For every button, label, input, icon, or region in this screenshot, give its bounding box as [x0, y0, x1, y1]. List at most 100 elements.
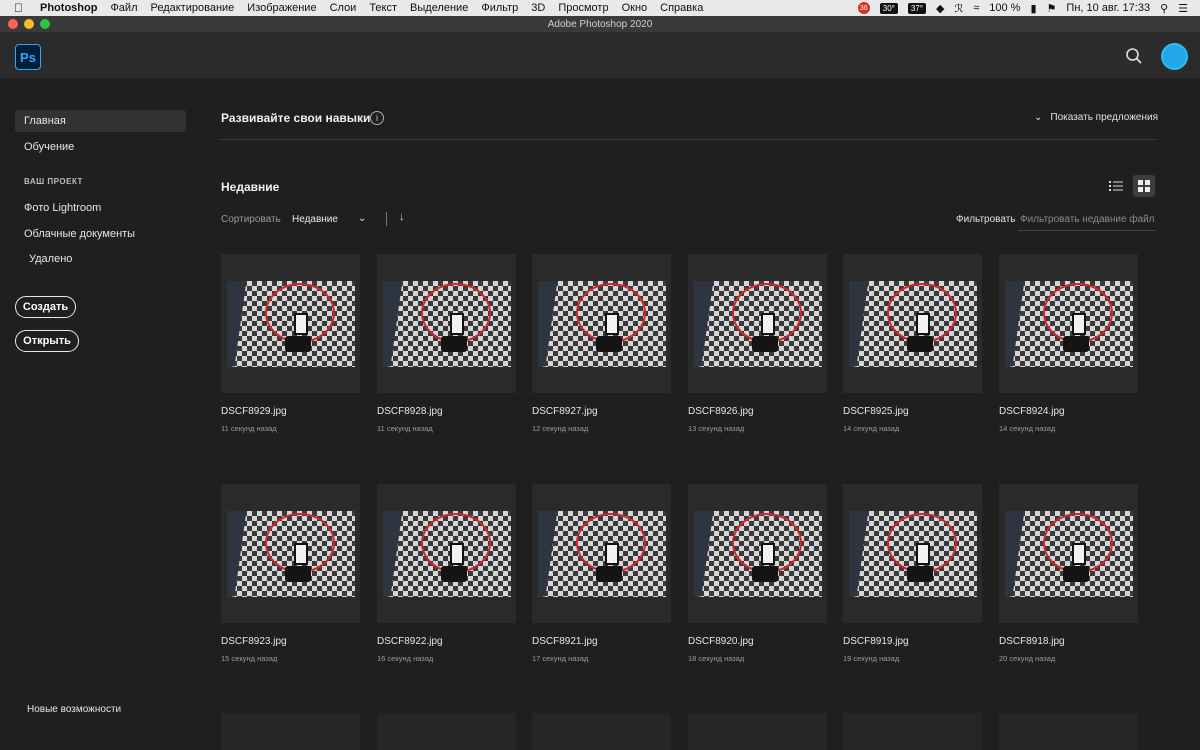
file-thumbnail[interactable] — [999, 484, 1138, 623]
flag-us-icon[interactable]: ⚑ — [1047, 2, 1057, 15]
file-name[interactable]: DSCF8921.jpg — [532, 636, 598, 647]
sort-chevron-down-icon[interactable]: ⌄ — [358, 213, 366, 224]
menu-help[interactable]: Справка — [660, 2, 703, 14]
file-card[interactable]: DSCF8918.jpg 20 секунд назад — [999, 484, 1138, 684]
chevron-down-icon: ⌄ — [1034, 112, 1043, 123]
file-name[interactable]: DSCF8925.jpg — [843, 406, 909, 417]
file-thumbnail-partial[interactable] — [532, 713, 671, 750]
list-view-button[interactable] — [1105, 175, 1127, 197]
sort-direction-arrow-icon[interactable]: ↓ — [399, 211, 405, 223]
photo-preview — [226, 280, 355, 367]
file-thumbnail[interactable] — [999, 254, 1138, 393]
file-card[interactable]: DSCF8927.jpg 12 секунд назад — [532, 254, 671, 454]
menu-photoshop[interactable]: Photoshop — [40, 2, 97, 14]
photo-preview — [537, 280, 666, 367]
file-thumbnail[interactable] — [688, 484, 827, 623]
search-icon[interactable] — [1125, 47, 1143, 65]
file-thumbnail[interactable] — [377, 484, 516, 623]
clock[interactable]: Пн, 10 авг. 17:33 — [1066, 2, 1150, 14]
menu-filter[interactable]: Фильтр — [481, 2, 518, 14]
file-card[interactable]: DSCF8921.jpg 17 секунд назад — [532, 484, 671, 684]
info-icon[interactable]: i — [370, 111, 384, 125]
file-name[interactable]: DSCF8924.jpg — [999, 406, 1065, 417]
file-card[interactable]: DSCF8928.jpg 11 секунд назад — [377, 254, 516, 454]
file-thumbnail-partial[interactable] — [377, 713, 516, 750]
skills-title: Развивайте свои навыки — [221, 111, 371, 125]
file-card[interactable]: DSCF8920.jpg 18 секунд назад — [688, 484, 827, 684]
file-name[interactable]: DSCF8923.jpg — [221, 636, 287, 647]
avatar[interactable] — [1161, 43, 1188, 70]
file-thumbnail-partial[interactable] — [688, 713, 827, 750]
file-thumbnail[interactable] — [377, 254, 516, 393]
file-name[interactable]: DSCF8929.jpg — [221, 406, 287, 417]
apple-icon[interactable]:  — [14, 1, 28, 15]
file-name[interactable]: DSCF8922.jpg — [377, 636, 443, 647]
sort-separator — [386, 212, 387, 226]
grid-view-button[interactable] — [1133, 175, 1155, 197]
minimize-window-button[interactable] — [24, 19, 34, 29]
file-card[interactable]: DSCF8922.jpg 16 секунд назад — [377, 484, 516, 684]
file-thumbnail[interactable] — [532, 254, 671, 393]
battery-percent[interactable]: 100 % — [989, 2, 1020, 14]
menu-window[interactable]: Окно — [622, 2, 648, 14]
filter-input[interactable] — [1018, 209, 1156, 231]
dropbox-icon[interactable]: ◆ — [936, 2, 944, 15]
close-window-button[interactable] — [8, 19, 18, 29]
create-button[interactable]: Создать — [15, 296, 76, 318]
file-thumbnail[interactable] — [532, 484, 671, 623]
open-button[interactable]: Открыть — [15, 330, 79, 352]
notification-badge[interactable]: 36 — [857, 2, 870, 14]
file-card[interactable]: DSCF8929.jpg 11 секунд назад — [221, 254, 360, 454]
file-card[interactable]: DSCF8923.jpg 15 секунд назад — [221, 484, 360, 684]
menu-type[interactable]: Текст — [369, 2, 397, 14]
cpu-temp-indicator[interactable]: 30° — [879, 2, 898, 14]
photo-preview — [382, 510, 511, 597]
menu-select[interactable]: Выделение — [410, 2, 468, 14]
system-menubar:  Photoshop Файл Редактирование Изображе… — [0, 0, 1200, 16]
show-suggestions-toggle[interactable]: ⌄ Показать предложения — [1034, 112, 1158, 123]
zoom-window-button[interactable] — [40, 19, 50, 29]
bluetooth-icon[interactable]: ℛ — [954, 2, 963, 15]
sidebar-item-learn[interactable]: Обучение — [15, 136, 186, 158]
sidebar-item-lightroom[interactable]: Фото Lightroom — [15, 197, 186, 219]
file-time: 11 секунд назад — [221, 424, 277, 433]
battery-icon[interactable]: ▮ — [1030, 2, 1036, 15]
show-suggestions-label: Показать предложения — [1050, 112, 1159, 123]
menu-layers[interactable]: Слои — [330, 2, 357, 14]
file-card[interactable]: DSCF8919.jpg 19 секунд назад — [843, 484, 982, 684]
file-thumbnail-partial[interactable] — [999, 713, 1138, 750]
sidebar-item-home[interactable]: Главная — [15, 110, 186, 132]
menu-image[interactable]: Изображение — [247, 2, 316, 14]
file-name[interactable]: DSCF8920.jpg — [688, 636, 754, 647]
file-thumbnail[interactable] — [843, 484, 982, 623]
file-thumbnail-partial[interactable] — [843, 713, 982, 750]
control-center-icon[interactable]: ☰ — [1178, 2, 1188, 15]
file-thumbnail-partial[interactable] — [221, 713, 360, 750]
status-area: 36 30° 37° ◆ ℛ ≈ 100 % ▮ ⚑ Пн, 10 авг. 1… — [857, 2, 1200, 15]
file-thumbnail[interactable] — [221, 484, 360, 623]
menu-edit[interactable]: Редактирование — [150, 2, 234, 14]
sort-dropdown[interactable]: Недавние — [292, 214, 338, 225]
menu-file[interactable]: Файл — [110, 2, 137, 14]
file-name[interactable]: DSCF8919.jpg — [843, 636, 909, 647]
file-card[interactable]: DSCF8924.jpg 14 секунд назад — [999, 254, 1138, 454]
menu-view[interactable]: Просмотр — [558, 2, 608, 14]
file-name[interactable]: DSCF8927.jpg — [532, 406, 598, 417]
file-thumbnail[interactable] — [221, 254, 360, 393]
photoshop-logo[interactable]: Ps — [15, 44, 41, 70]
file-thumbnail[interactable] — [843, 254, 982, 393]
sidebar-item-cloud-docs[interactable]: Облачные документы — [15, 223, 186, 245]
gpu-temp-indicator[interactable]: 37° — [907, 2, 926, 14]
menu-3d[interactable]: 3D — [531, 2, 545, 14]
file-name[interactable]: DSCF8926.jpg — [688, 406, 754, 417]
sidebar-item-deleted[interactable]: Удалено — [15, 248, 186, 270]
file-time: 19 секунд назад — [843, 654, 900, 663]
file-name[interactable]: DSCF8918.jpg — [999, 636, 1065, 647]
spotlight-search-icon[interactable]: ⚲ — [1160, 2, 1168, 15]
file-name[interactable]: DSCF8928.jpg — [377, 406, 443, 417]
wifi-icon[interactable]: ≈ — [973, 2, 979, 14]
file-card[interactable]: DSCF8925.jpg 14 секунд назад — [843, 254, 982, 454]
file-thumbnail[interactable] — [688, 254, 827, 393]
whats-new-link[interactable]: Новые возможности — [27, 704, 121, 715]
file-card[interactable]: DSCF8926.jpg 13 секунд назад — [688, 254, 827, 454]
